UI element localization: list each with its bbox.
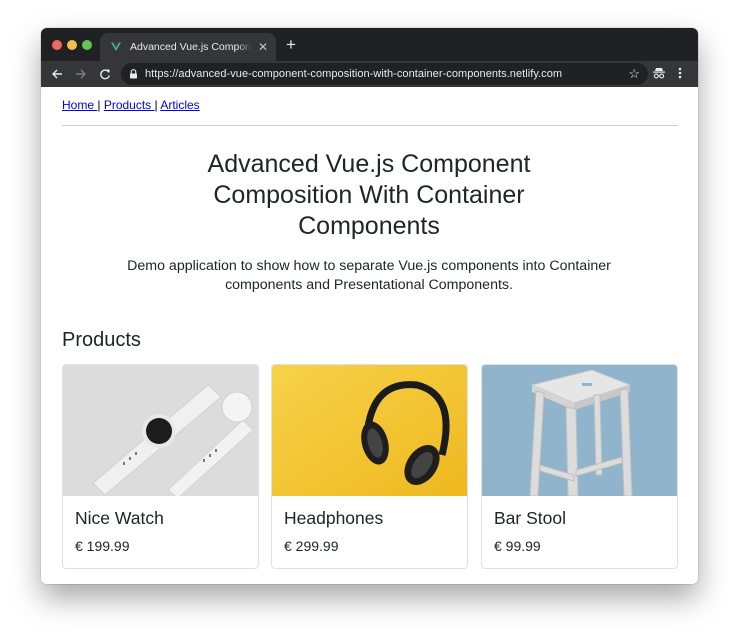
product-name: Headphones: [284, 508, 384, 528]
vue-logo-icon: [111, 42, 121, 51]
bar-stool-image: [482, 365, 677, 496]
products-heading: Products: [62, 329, 141, 351]
page-subtitle: Demo application to show how to separate…: [127, 258, 611, 293]
browser-tab[interactable]: Advanced Vue.js Component Composition Wi…: [100, 33, 276, 61]
close-window-button[interactable]: [52, 40, 62, 50]
bookmark-star-icon[interactable]: ☆: [628, 66, 640, 82]
new-tab-button[interactable]: +: [286, 36, 296, 53]
browser-toolbar: https://advanced-vue-component-compositi…: [41, 61, 698, 87]
product-name: Nice Watch: [75, 508, 164, 528]
product-card[interactable]: Bar Stool € 99.99: [481, 364, 678, 569]
product-card[interactable]: Headphones € 299.99: [271, 364, 468, 569]
minimize-window-button[interactable]: [67, 40, 77, 50]
arrow-left-icon: [52, 69, 62, 79]
product-name: Bar Stool: [494, 508, 566, 528]
top-navigation: Home | Products | Articles: [62, 98, 200, 112]
divider: [62, 125, 678, 126]
arrow-right-icon: [76, 69, 86, 79]
more-menu-icon[interactable]: [677, 66, 683, 80]
nav-link-articles[interactable]: Articles: [160, 98, 199, 112]
url-text: https://advanced-vue-component-compositi…: [145, 68, 563, 80]
nav-separator: |: [154, 98, 158, 112]
product-price: € 299.99: [284, 538, 339, 554]
reload-button[interactable]: [96, 65, 114, 83]
tab-title: Advanced Vue.js Component Composition Wi…: [130, 41, 252, 53]
page-content: Home | Products | Articles Advanced Vue.…: [41, 87, 698, 584]
reload-icon: [100, 69, 110, 80]
close-tab-icon[interactable]: ✕: [258, 40, 268, 54]
page-title: Advanced Vue.js Component Composition Wi…: [207, 150, 531, 240]
maximize-window-button[interactable]: [82, 40, 92, 50]
incognito-icon[interactable]: [652, 66, 666, 80]
watch-image: [63, 365, 258, 496]
nav-separator: |: [97, 98, 101, 112]
back-button[interactable]: [48, 65, 66, 83]
headphones-image: [272, 365, 467, 496]
product-price: € 99.99: [494, 538, 541, 554]
address-bar[interactable]: https://advanced-vue-component-compositi…: [121, 63, 648, 85]
lock-icon: [130, 69, 137, 79]
nav-link-home[interactable]: Home: [62, 98, 97, 112]
forward-button[interactable]: [72, 65, 90, 83]
product-price: € 199.99: [75, 538, 130, 554]
nav-link-products[interactable]: Products: [104, 98, 155, 112]
browser-window: Advanced Vue.js Component Composition Wi…: [41, 28, 698, 584]
product-card[interactable]: Nice Watch € 199.99: [62, 364, 259, 569]
title-bar: Advanced Vue.js Component Composition Wi…: [41, 28, 698, 61]
